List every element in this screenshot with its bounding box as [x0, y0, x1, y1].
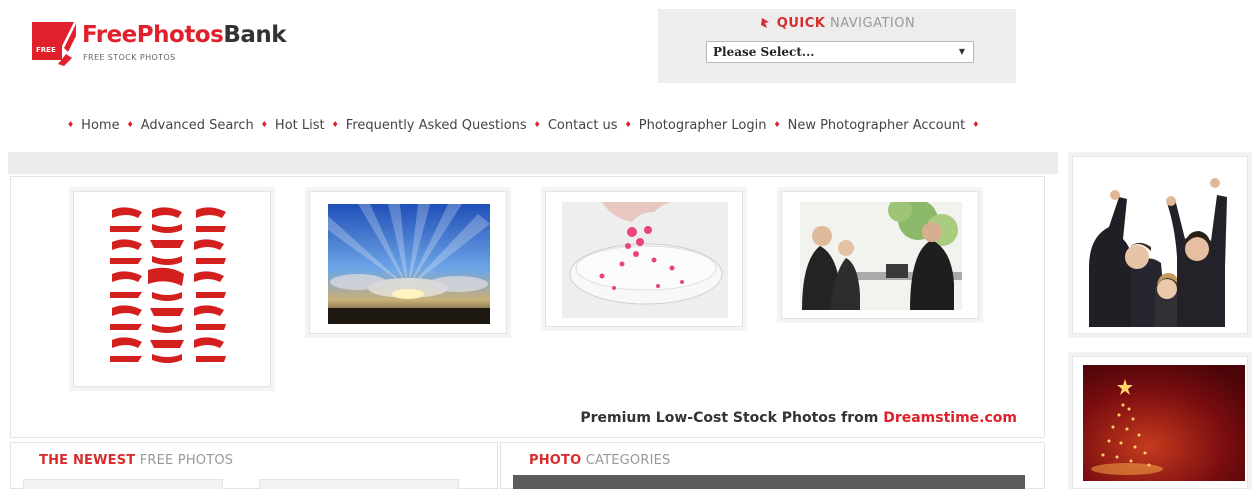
quick-navigation-select-value: Please Select...	[713, 45, 815, 59]
nav-bullet-icon: ♦	[624, 119, 632, 129]
nav-bullet-icon: ♦	[972, 119, 980, 129]
nav-bullet-icon: ♦	[126, 119, 134, 129]
nav-bullet-icon: ♦	[331, 119, 339, 129]
red-ribbons-image	[110, 207, 226, 363]
newest-photo-card[interactable]	[23, 479, 223, 489]
newest-free-photos-heading: THE NEWEST FREE PHOTOS	[39, 453, 234, 468]
dreamstime-link[interactable]: Dreamstime.com	[883, 410, 1017, 426]
sky-rays-image	[328, 204, 490, 324]
svg-text:FREE: FREE	[36, 46, 56, 54]
nav-link-contact[interactable]: Contact us	[548, 118, 618, 133]
sidebar-photo-celebrating-people[interactable]	[1072, 156, 1248, 334]
quick-nav-arrow-icon	[760, 18, 769, 28]
featured-photo-sky-rays[interactable]	[309, 191, 507, 334]
nav-bullet-icon: ♦	[260, 119, 268, 129]
photo-categories-heading: PHOTO CATEGORIES	[529, 453, 671, 468]
pink-petals-image	[562, 202, 728, 318]
featured-photo-business-meeting[interactable]	[781, 191, 979, 319]
sidebar-photo-christmas-tree[interactable]	[1072, 356, 1248, 489]
featured-photo-pink-petals[interactable]	[545, 191, 743, 327]
celebrating-people-image	[1085, 167, 1235, 327]
business-meeting-image	[800, 202, 962, 310]
quick-navigation-title: QUICK NAVIGATION	[658, 16, 1016, 31]
categories-menu-bar[interactable]	[513, 475, 1025, 489]
nav-link-hot-list[interactable]: Hot List	[275, 118, 325, 133]
nav-bullet-icon: ♦	[67, 119, 75, 129]
main-navigation: ♦ Home ♦ Advanced Search ♦ Hot List ♦ Fr…	[60, 116, 986, 134]
newest-photo-card[interactable]	[259, 479, 459, 489]
newest-free-photos-section: THE NEWEST FREE PHOTOS	[10, 442, 498, 489]
christmas-tree-image	[1083, 365, 1245, 481]
dropdown-arrow-icon: ▼	[958, 46, 965, 56]
nav-link-new-photographer-account[interactable]: New Photographer Account	[788, 118, 966, 133]
quick-navigation-select[interactable]: Please Select... ▼	[706, 41, 974, 63]
site-logo[interactable]: FREE FreePhotosBank FREE STOCK PHOTOS	[32, 18, 287, 68]
nav-link-home[interactable]: Home	[81, 118, 119, 133]
logo-name: FreePhotosBank	[82, 22, 287, 48]
content-top-bar	[8, 152, 1058, 174]
nav-link-photographer-login[interactable]: Photographer Login	[639, 118, 767, 133]
photo-categories-section: PHOTO CATEGORIES	[500, 442, 1045, 489]
nav-bullet-icon: ♦	[533, 119, 541, 129]
logo-mark-icon: FREE	[32, 22, 76, 66]
dreamstime-promo[interactable]: Premium Low-Cost Stock Photos from Dream…	[580, 410, 1017, 426]
featured-photos-panel: Premium Low-Cost Stock Photos from Dream…	[10, 176, 1045, 438]
quick-navigation-box: QUICK NAVIGATION Please Select... ▼	[658, 9, 1016, 83]
nav-link-faq[interactable]: Frequently Asked Questions	[346, 118, 527, 133]
nav-link-advanced-search[interactable]: Advanced Search	[141, 118, 254, 133]
nav-bullet-icon: ♦	[773, 119, 781, 129]
logo-tagline: FREE STOCK PHOTOS	[83, 53, 176, 62]
featured-photo-red-ribbons[interactable]	[73, 191, 271, 387]
